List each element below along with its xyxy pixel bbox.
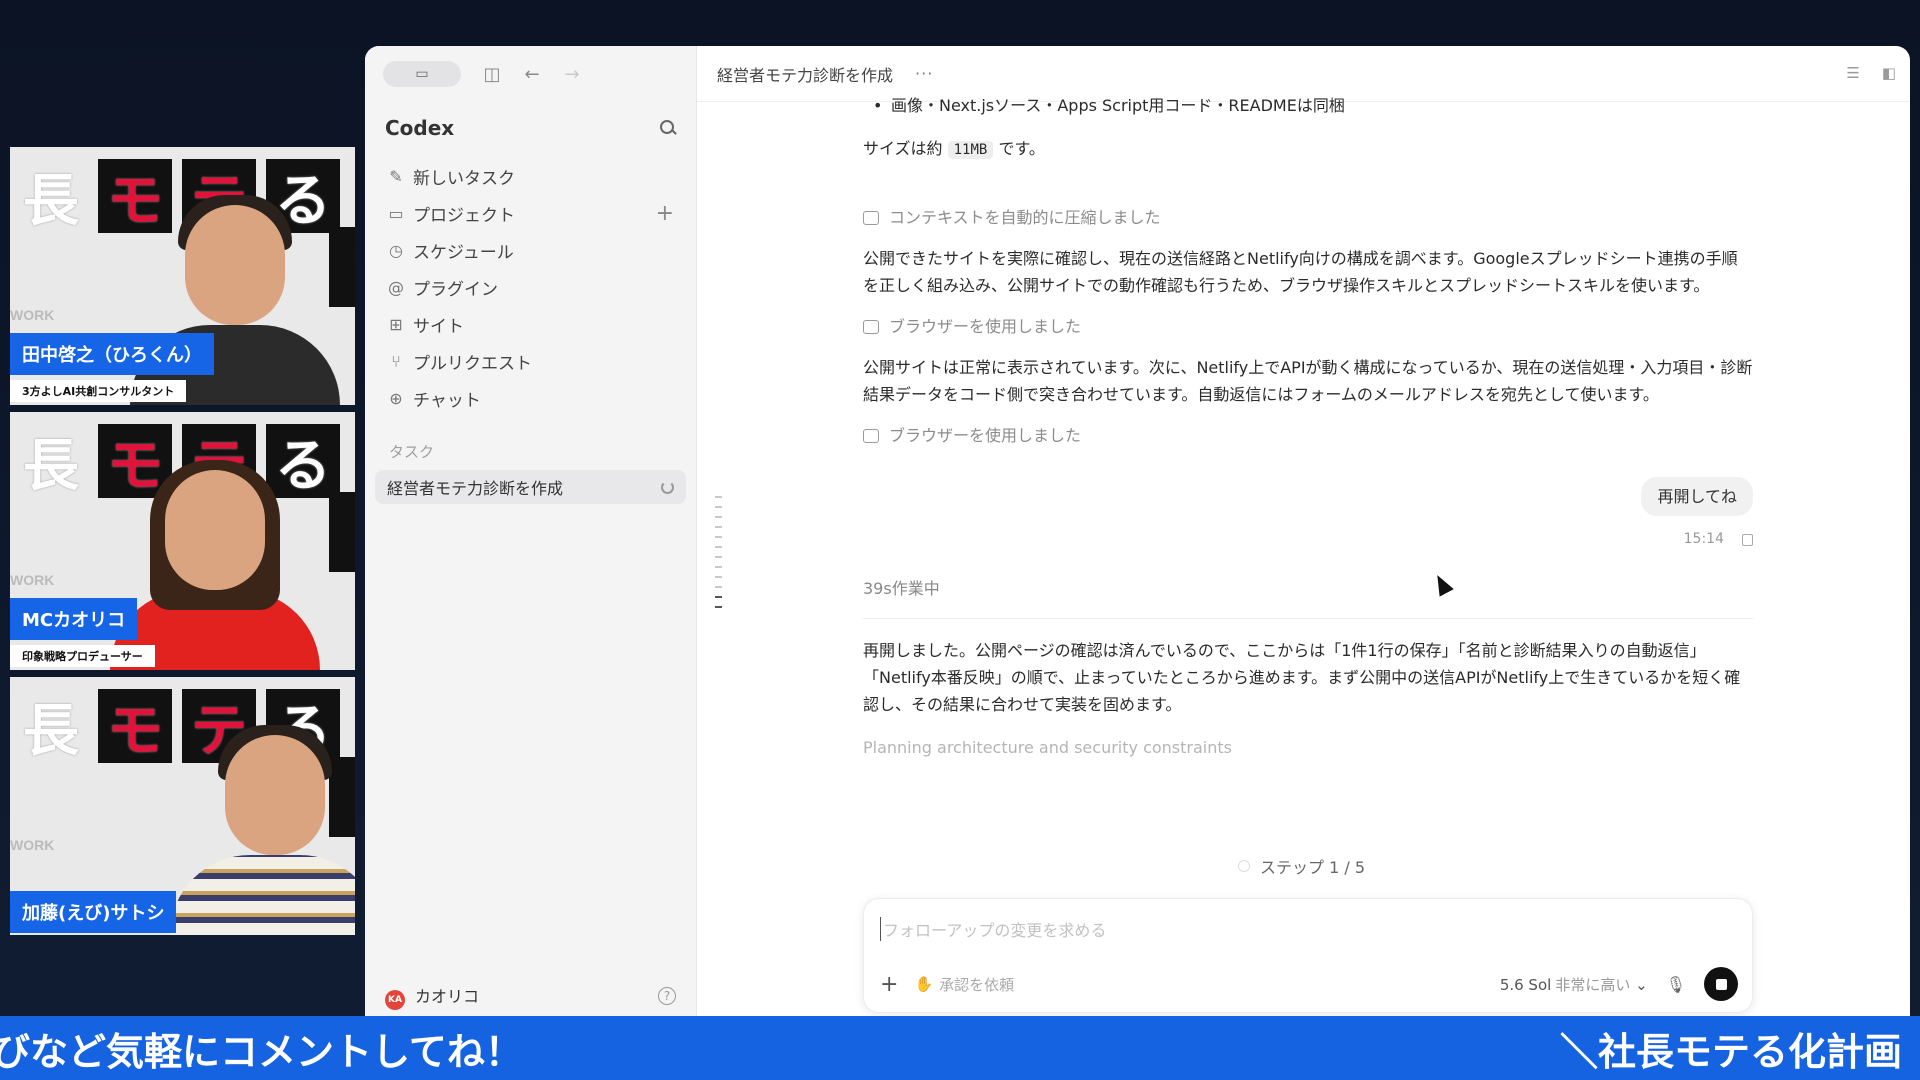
codex-window: ▭ ◫ ← → Codex ✎ 新しいタスク ▭ プロジェクト + ◷ スケジュ… <box>365 46 1910 1016</box>
background-char: 長 <box>23 432 79 499</box>
sidebar: ▭ ◫ ← → Codex ✎ 新しいタスク ▭ プロジェクト + ◷ スケジュ… <box>365 46 697 1016</box>
edit-icon: ✎ <box>389 167 403 186</box>
participant-name: 加藤(えび)サトシ <box>10 891 177 933</box>
ticker-title: ＼社長モテる化計画 <box>1560 1029 1903 1074</box>
add-project-icon[interactable]: + <box>656 201 674 226</box>
assistant-message: 公開サイトは正常に表示されています。次に、Netlify上でAPIが動く構成にな… <box>863 358 1753 404</box>
video-tile: 長 モ テ る WORK MCカオリコ 印象戦略プロデューサー <box>10 412 355 670</box>
sidebar-item-label: スケジュール <box>413 243 514 263</box>
tool-use-note[interactable]: ブラウザーを使用しました <box>863 313 1753 340</box>
folder-icon: ▭ <box>388 204 404 223</box>
task-item-label: 経営者モテ力診断を作成 <box>387 479 564 498</box>
sidebar-toggle-icon[interactable]: ◫ <box>483 64 501 85</box>
attach-button[interactable]: + <box>880 972 898 997</box>
app-title: Codex <box>385 116 455 140</box>
background-char: 長 <box>23 167 79 234</box>
participant-role: 印象戦略プロデューサー <box>10 645 155 667</box>
sidebar-item-label: サイト <box>413 317 464 337</box>
sidebar-nav: ✎ 新しいタスク ▭ プロジェクト + ◷ スケジュール @ プラグイン ⊞ サ… <box>365 154 696 421</box>
sidebar-footer: KA カオリコ ? <box>365 976 696 1016</box>
tasks-section-label: タスク <box>389 443 435 461</box>
sidebar-item-new-task[interactable]: ✎ 新しいタスク <box>377 158 684 195</box>
approval-button[interactable]: ✋ 承認を依頼 <box>914 974 1014 995</box>
browser-icon <box>863 428 879 443</box>
background-char: モ <box>98 689 172 764</box>
assistant-message: 再開しました。公開ページの確認は済んでいるので、ここからは「1件1行の保存」「名… <box>863 641 1741 714</box>
list-item: 画像・Next.jsソース・Apps Script用コード・READMEは同梱 <box>863 92 1753 119</box>
size-line: サイズは約 11MB です。 <box>863 139 1045 159</box>
message-timestamp: 15:14 <box>1683 531 1724 547</box>
follow-up-input[interactable]: フォローアップの変更を求める <box>880 917 1106 941</box>
conversation-minimap[interactable] <box>715 496 723 616</box>
task-item[interactable]: 経営者モテ力診断を作成 <box>375 470 686 504</box>
background-char: モ <box>98 159 172 234</box>
avatar: KA <box>385 989 405 1010</box>
more-options-icon[interactable]: ··· <box>915 64 933 83</box>
background-work-text: WORK <box>10 572 55 588</box>
participant-name: MCカオリコ <box>10 598 138 640</box>
clock-icon: ◷ <box>389 241 403 260</box>
sidebar-item-label: プロジェクト <box>413 206 515 226</box>
search-icon[interactable] <box>660 120 676 136</box>
stop-button[interactable] <box>1704 967 1738 1001</box>
loading-spinner-icon <box>661 480 674 494</box>
sidebar-item-label: チャット <box>413 391 481 411</box>
conversation-title: 経営者モテ力診断を作成 <box>717 65 894 85</box>
sidebar-item-label: プラグイン <box>413 280 498 300</box>
copy-icon[interactable] <box>1742 533 1753 546</box>
sidebar-item-pull-requests[interactable]: ⑂ プルリクエスト <box>377 343 684 380</box>
back-arrow-icon[interactable]: ← <box>523 64 541 85</box>
sidebar-item-chat[interactable]: ⊕ チャット <box>377 380 684 417</box>
assistant-message: 公開できたサイトを実際に確認し、現在の送信経路とNetlify向けの構成を調べま… <box>863 249 1738 295</box>
tool-use-note[interactable]: ブラウザーを使用しました <box>863 422 1753 449</box>
background-work-text: WORK <box>10 307 55 323</box>
participant-panel: 長 モ テ る WORK 田中啓之（ひろくん） 3方よしAI共創コンサルタント … <box>10 147 355 942</box>
background-char: 長 <box>23 697 79 764</box>
pull-request-icon: ⑂ <box>391 352 401 371</box>
list-view-icon[interactable]: ☰ <box>1846 64 1859 82</box>
forward-arrow-icon[interactable]: → <box>563 64 581 85</box>
panel-toggle-icon[interactable]: ◧ <box>1882 64 1896 82</box>
conversation-pane: 経営者モテ力診断を作成 ··· ☰ ◧ 画像・Next.jsソース・Apps S… <box>697 46 1910 1016</box>
chevron-down-icon: ⌄ <box>1635 975 1648 994</box>
sidebar-item-projects[interactable]: ▭ プロジェクト + <box>377 195 684 232</box>
user-profile[interactable]: KA カオリコ <box>385 983 479 1010</box>
composer: フォローアップの変更を求める + ✋ 承認を依頼 5.6 Sol 非常に高い ⌄ … <box>863 898 1753 1013</box>
sidebar-item-sites[interactable]: ⊞ サイト <box>377 306 684 343</box>
context-compressed-note: コンテキストを自動的に圧縮しました <box>863 204 1753 231</box>
hand-icon: ✋ <box>914 975 934 993</box>
working-status[interactable]: 39s作業中 <box>863 575 1753 619</box>
conversation-content: 画像・Next.jsソース・Apps Script用コード・READMEは同梱 … <box>863 92 1753 761</box>
at-icon: @ <box>388 278 404 297</box>
background-work-text: WORK <box>10 837 55 853</box>
comment-ticker: びなど気軽にコメントしてね！ ＼社長モテる化計画 <box>0 1016 1920 1080</box>
participant-video <box>110 460 320 670</box>
video-tile: 長 モ テ る WORK 加藤(えび)サトシ <box>10 677 355 935</box>
sidebar-item-label: プルリクエスト <box>413 354 532 374</box>
browser-icon <box>863 319 879 334</box>
compress-icon <box>863 210 879 225</box>
stop-icon <box>1715 978 1727 990</box>
participant-role: 3方よしAI共創コンサルタント <box>10 380 187 402</box>
plus-circle-icon: ⊕ <box>389 389 403 408</box>
microphone-icon[interactable]: 🎙 <box>1666 975 1686 994</box>
step-circle-icon <box>1238 860 1250 872</box>
window-icon: ▭ <box>415 66 429 82</box>
planning-status: Planning architecture and security const… <box>863 738 1232 757</box>
model-selector[interactable]: 5.6 Sol 非常に高い ⌄ <box>1500 974 1648 995</box>
window-toolbar: ▭ ◫ ← → <box>365 46 696 102</box>
step-indicator: ステップ 1 / 5 <box>1238 854 1365 878</box>
window-switch-button[interactable]: ▭ <box>383 61 461 87</box>
user-message: 再開してね <box>1641 477 1753 516</box>
participant-name: 田中啓之（ひろくん） <box>10 333 214 375</box>
user-name: カオリコ <box>415 986 480 1006</box>
video-tile: 長 モ テ る WORK 田中啓之（ひろくん） 3方よしAI共創コンサルタント <box>10 147 355 405</box>
sidebar-item-label: 新しいタスク <box>413 169 515 189</box>
help-icon[interactable]: ? <box>658 987 676 1005</box>
ticker-text: びなど気軽にコメントしてね！ <box>0 1029 523 1074</box>
sidebar-item-plugins[interactable]: @ プラグイン <box>377 269 684 306</box>
size-value: 11MB <box>947 141 994 159</box>
sidebar-item-schedule[interactable]: ◷ スケジュール <box>377 232 684 269</box>
grid-icon: ⊞ <box>389 315 403 334</box>
